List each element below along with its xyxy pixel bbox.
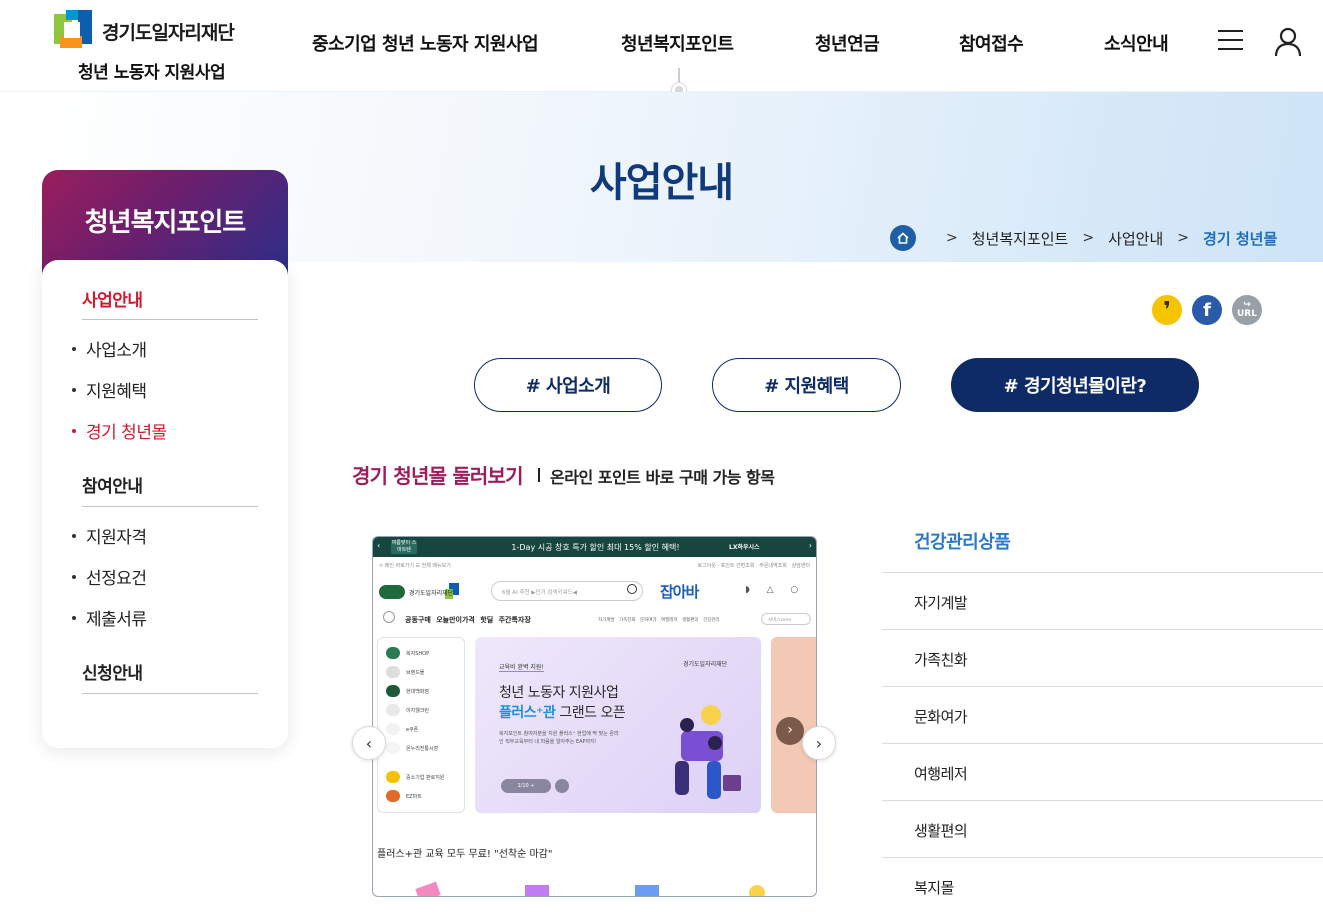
preview-banner-line1: 청년 노동자 지원사업 <box>499 685 619 701</box>
facebook-share-icon[interactable]: f <box>1192 295 1222 325</box>
carousel-next-button[interactable]: › <box>802 726 836 760</box>
menu-icon[interactable] <box>1218 30 1243 52</box>
category-family[interactable]: 가족친화 <box>882 629 1323 686</box>
preview-side-item: 복지SHOP <box>386 646 429 660</box>
home-icon[interactable] <box>890 225 916 251</box>
section-title: 경기 청년몰 둘러보기 <box>352 464 524 488</box>
preview-banner-desc: 복지포인트 참여자분을 지원 플러스⁺ 현업에 딱 맞는 온라인 직무교육부터 … <box>499 731 619 745</box>
preview-side-item: 중소기업 판로지원 <box>386 770 444 784</box>
preview-side-item: e쿠폰 <box>386 722 418 736</box>
breadcrumb-business-info[interactable]: 사업안내 <box>1108 228 1163 249</box>
preview-nav-categories: 자기계발 가족친화 문화여가 여행레저 생활편의 건강관리 <box>598 618 720 623</box>
sidebar-divider <box>82 506 258 507</box>
breadcrumb-current: 경기 청년몰 <box>1203 229 1278 248</box>
sidebar-group-business[interactable]: 사업안내 <box>82 286 143 311</box>
preview-logo-text: 경기도일자리재단 <box>409 590 454 597</box>
menu-icon <box>383 611 395 623</box>
chevron-right-icon: > <box>946 230 958 246</box>
sidebar-group-participation[interactable]: 참여안내 <box>82 472 143 497</box>
sidebar-divider <box>82 319 258 320</box>
category-travel[interactable]: 여행레저 <box>882 743 1323 800</box>
nav-news[interactable]: 소식안내 <box>1104 30 1169 56</box>
category-self-development[interactable]: 자기계발 <box>882 572 1323 629</box>
category-health[interactable]: 건강관리상품 <box>914 528 1011 554</box>
preview-banner-logo: 경기도일자리재단 <box>683 661 728 668</box>
preview-util-right: 로그아웃 · 포인트 간편조회 · 주문내역조회 · 상담센터 <box>697 563 811 569</box>
preview-nav-select: 서비스zone <box>761 613 811 625</box>
preview-next-arrow-icon: › <box>776 717 804 745</box>
site-logo[interactable]: 경기도일자리재단 청년 노동자 지원사업 <box>50 6 255 86</box>
kakao-share-icon[interactable]: ❜ <box>1152 295 1182 325</box>
preview-banner-illustration <box>675 705 741 799</box>
tab-business-intro[interactable]: # 사업소개 <box>474 358 662 412</box>
sidebar-item-intro[interactable]: 사업소개 <box>72 336 147 361</box>
preview-brand: 잡아바 <box>660 583 699 601</box>
preview-utility-bar: < 메인 바로가기 ☰ 전체 메뉴보기 로그아웃 · 포인트 간편조회 · 주문… <box>373 557 816 573</box>
preview-side-item: 브랜드몰 <box>386 665 424 679</box>
preview-banner-pager: 1/10 + <box>501 779 551 793</box>
user-icon[interactable] <box>1274 27 1302 57</box>
sidebar-divider <box>82 693 258 694</box>
pause-icon <box>555 779 569 793</box>
url-share-icon[interactable]: ↪ URL <box>1232 295 1262 325</box>
sidebar-item-documents[interactable]: 제출서류 <box>72 605 147 630</box>
chevron-right-icon: > <box>1082 230 1095 246</box>
preview-side-item: 온누리전통시장 <box>386 741 438 755</box>
tab-support-benefits[interactable]: # 지원혜택 <box>712 358 901 412</box>
logo-subtitle: 청년 노동자 지원사업 <box>78 63 226 83</box>
sidebar-item-benefits[interactable]: 지원혜택 <box>72 377 147 402</box>
sidebar-menu: 사업안내 사업소개 지원혜택 경기 청년몰 참여안내 지원자격 선정요건 제출서… <box>42 260 288 748</box>
url-share-label: URL <box>1237 309 1257 319</box>
sidebar-group-application[interactable]: 신청안내 <box>82 659 143 684</box>
preview-banner-tag: 교육비 완벽 지원! <box>499 664 544 672</box>
preview-bottom-icons <box>415 881 765 896</box>
sidebar-item-youth-mall[interactable]: 경기 청년몰 <box>72 418 167 443</box>
preview-banner-line2: 플러스⁺관 그랜드 오픈 <box>499 705 626 721</box>
site-header: 경기도일자리재단 청년 노동자 지원사업 중소기업 청년 노동자 지원사업 청년… <box>0 0 1323 92</box>
section-subtitle: 온라인 포인트 바로 구매 가능 항목 <box>550 468 775 487</box>
chevron-right-icon: › <box>808 541 812 550</box>
preview-sidebar: 복지SHOP 브랜드몰 현대백화점 이지웰크린 e쿠폰 온누리전통시장 중소기업… <box>377 637 465 813</box>
search-icon <box>627 584 637 594</box>
preview-util-left: < 메인 바로가기 ☰ 전체 메뉴보기 <box>379 563 451 569</box>
logo-mark-icon <box>54 10 92 48</box>
nav-apply[interactable]: 참여접수 <box>959 30 1024 56</box>
preview-topbar: ‹ 여름맞이 스마트텐 1-Day 시공 창호 특가 할인 최대 15% 할인 … <box>373 537 816 557</box>
category-culture[interactable]: 문화여가 <box>882 686 1323 743</box>
logo-org-name: 경기도일자리재단 <box>102 22 235 44</box>
preview-logo: 경기도일자리재단 <box>379 583 461 601</box>
preview-side-item: 현대백화점 <box>386 684 429 698</box>
sidebar-item-selection[interactable]: 선정요건 <box>72 564 147 589</box>
mall-preview-screenshot: ‹ 여름맞이 스마트텐 1-Day 시공 창호 특가 할인 최대 15% 할인 … <box>372 536 817 897</box>
breadcrumb-welfare-point[interactable]: 청년복지포인트 <box>972 228 1069 249</box>
nav-sme-youth[interactable]: 중소기업 청년 노동자 지원사업 <box>312 30 539 56</box>
nav-youth-pension[interactable]: 청년연금 <box>815 30 880 56</box>
preview-nav-items: 공동구매 오늘만이가격 핫딜 주간특자장 <box>405 616 531 624</box>
preview-header-icons: ◗ △ ○ <box>745 585 806 595</box>
chevron-right-icon: > <box>1177 230 1190 246</box>
preview-topbar-brand: LX하우시스 <box>729 544 760 551</box>
breadcrumb: > 청년복지포인트 > 사업안내 > 경기 청년몰 <box>890 224 1277 252</box>
preview-main-banner: 교육비 완벽 지원! 경기도일자리재단 청년 노동자 지원사업 플러스⁺관 그랜… <box>475 637 761 813</box>
preview-nav: 공동구매 오늘만이가격 핫딜 주간특자장 자기계발 가족친화 문화여가 여행레저… <box>373 609 816 629</box>
tab-youth-mall[interactable]: # 경기청년몰이란? <box>951 358 1199 412</box>
preview-side-item: EZ마트 <box>386 789 422 803</box>
category-welfare-mall[interactable]: 복지몰 <box>882 857 1323 914</box>
preview-side-item: 이지웰크린 <box>386 703 429 717</box>
section-divider <box>538 468 540 482</box>
preview-notice: 플러스+관 교육 모두 무료! "선착순 마감" <box>377 849 553 860</box>
sidebar-title: 청년복지포인트 <box>84 208 246 238</box>
carousel-prev-button[interactable]: ‹ <box>352 726 386 760</box>
nav-welfare-point[interactable]: 청년복지포인트 <box>621 30 734 56</box>
sidebar-item-eligibility[interactable]: 지원자격 <box>72 523 147 548</box>
category-living[interactable]: 생활편의 <box>882 800 1323 857</box>
preview-search-overlay <box>491 581 643 601</box>
